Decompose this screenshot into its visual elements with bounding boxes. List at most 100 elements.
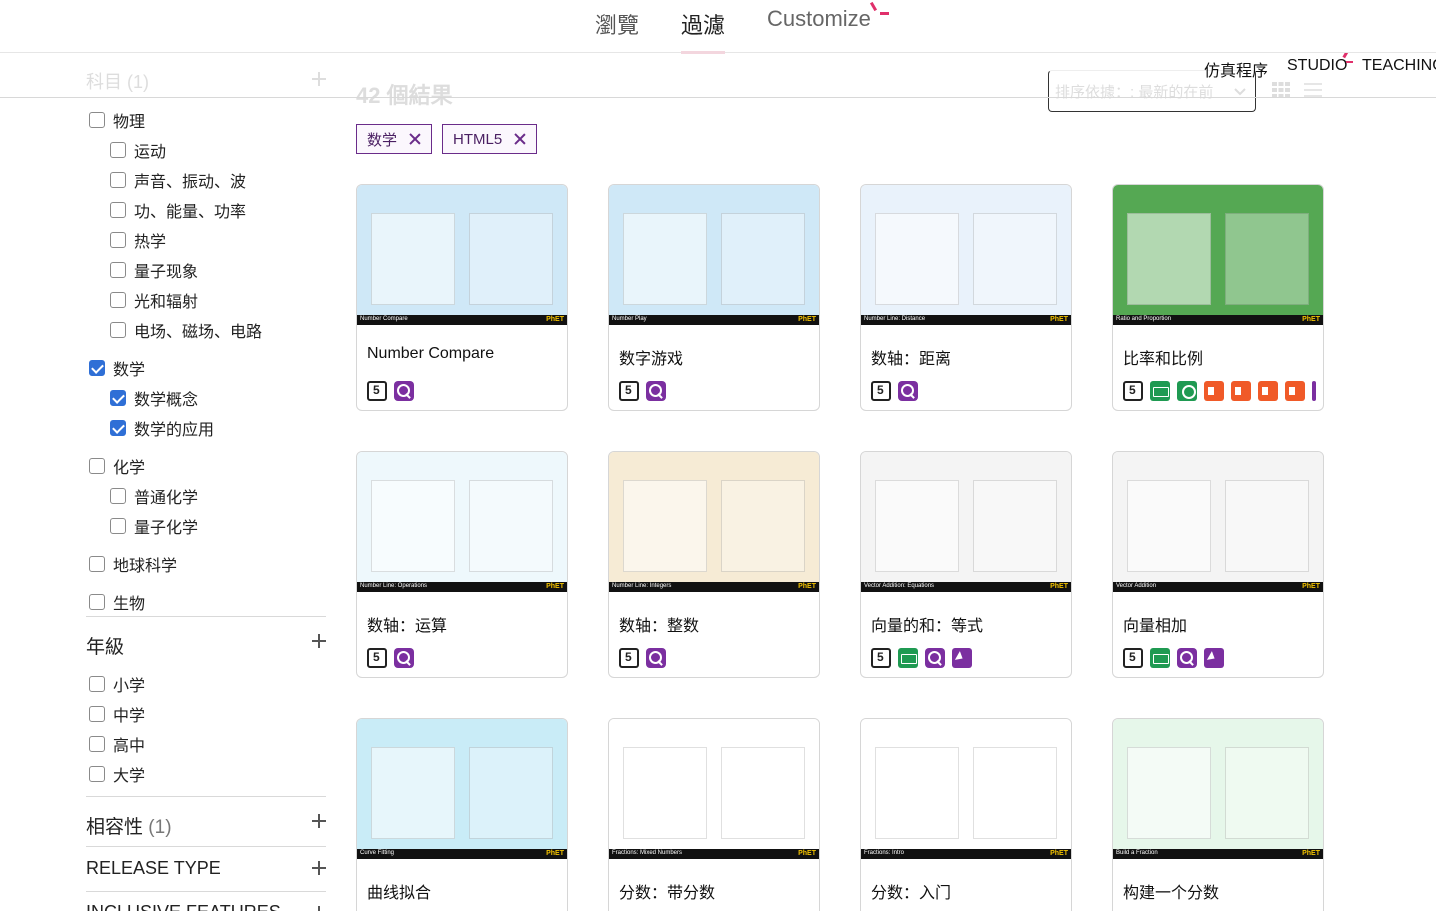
simulation-title[interactable]: 曲线拟合 — [367, 879, 431, 903]
release-type-filter-header[interactable]: RELEASE TYPE — [86, 858, 221, 879]
subject-filter-option[interactable]: 地球科学 — [89, 552, 177, 576]
simulation-title[interactable]: 比率和比例 — [1123, 345, 1203, 369]
simulation-title[interactable]: 数轴：运算 — [367, 612, 447, 636]
simulation-card[interactable]: Build a Fraction PhET 构建一个分数 — [1112, 718, 1324, 911]
subject-filter-option[interactable]: 光和辐射 — [110, 288, 198, 312]
tab-filter[interactable]: 過濾 — [681, 8, 726, 54]
simulation-title[interactable]: 分数：入门 — [871, 879, 951, 903]
checkbox[interactable] — [89, 556, 105, 572]
checkbox[interactable] — [110, 488, 126, 504]
checkbox-label: 生物 — [113, 596, 146, 613]
subject-filter-option[interactable]: 物理 — [89, 108, 145, 132]
subject-filter-option[interactable]: 声音、振动、波 — [110, 168, 246, 192]
simulation-thumbnail[interactable]: Number Play PhET — [609, 185, 819, 325]
simulation-thumbnail[interactable]: Fractions: Intro PhET — [861, 719, 1071, 859]
expand-plus-icon[interactable] — [312, 814, 326, 828]
expand-plus-icon[interactable] — [312, 906, 326, 911]
simulation-card[interactable]: Fractions: Intro PhET 分数：入门 — [860, 718, 1072, 911]
simulation-card[interactable]: Curve Fitting PhET 曲线拟合 — [356, 718, 568, 911]
checkbox[interactable] — [89, 766, 105, 782]
simulation-card[interactable]: Number Compare PhET Number Compare — [356, 184, 568, 411]
simulation-card[interactable]: Ratio and Proportion PhET 比率和比例 — [1112, 184, 1324, 411]
simulation-thumbnail[interactable]: Number Line: Operations PhET — [357, 452, 567, 592]
simulation-thumbnail[interactable]: Fractions: Mixed Numbers PhET — [609, 719, 819, 859]
checkbox-label: 化学 — [113, 460, 146, 477]
subject-filter-option[interactable]: 数学概念 — [110, 386, 198, 410]
checkbox[interactable] — [110, 232, 126, 248]
subject-filter-option[interactable]: 电场、磁场、电路 — [110, 318, 262, 342]
checkbox[interactable] — [110, 518, 126, 534]
checkbox[interactable] — [110, 202, 126, 218]
checkbox[interactable] — [89, 594, 105, 610]
simulation-card[interactable]: Number Play PhET 数字游戏 — [608, 184, 820, 411]
simulation-thumbnail[interactable]: Number Line: Integers PhET — [609, 452, 819, 592]
simulation-title[interactable]: 向量相加 — [1123, 612, 1187, 636]
feature-badges — [1123, 381, 1316, 401]
simulation-card[interactable]: Number Line: Distance PhET 数轴：距离 — [860, 184, 1072, 411]
checkbox-label: 普通化学 — [134, 490, 199, 507]
nav-studio[interactable]: STUDIO — [1287, 57, 1347, 75]
compatibility-filter-header[interactable]: 相容性 (1) — [86, 812, 172, 839]
checkbox[interactable] — [110, 172, 126, 188]
simulation-thumbnail[interactable]: Number Compare PhET — [357, 185, 567, 325]
grade-filter-option[interactable]: 中学 — [89, 702, 145, 726]
checkbox[interactable] — [89, 360, 105, 376]
subject-filter-option[interactable]: 数学的应用 — [110, 416, 214, 440]
filter-chip-math[interactable]: 数学 — [356, 124, 433, 154]
checkbox[interactable] — [110, 390, 126, 406]
simulation-title[interactable]: Number Compare — [367, 345, 494, 363]
nav-teaching[interactable]: TEACHING — [1362, 57, 1436, 75]
subject-filter-option[interactable]: 热学 — [110, 228, 166, 252]
subject-filter-option[interactable]: 普通化学 — [110, 484, 198, 508]
simulation-thumbnail[interactable]: Vector Addition: Equations PhET — [861, 452, 1071, 592]
subject-filter-option[interactable]: 生物 — [89, 590, 145, 614]
simulation-card[interactable]: Number Line: Integers PhET 数轴：整数 — [608, 451, 820, 678]
checkbox[interactable] — [89, 706, 105, 722]
simulation-card[interactable]: Fractions: Mixed Numbers PhET 分数：带分数 — [608, 718, 820, 911]
simulation-card[interactable]: Vector Addition: Equations PhET 向量的和：等式 — [860, 451, 1072, 678]
checkbox[interactable] — [89, 458, 105, 474]
simulation-title[interactable]: 数字游戏 — [619, 345, 683, 369]
checkbox[interactable] — [89, 112, 105, 128]
simulation-title[interactable]: 向量的和：等式 — [871, 612, 983, 636]
tab-browse[interactable]: 瀏覽 — [595, 8, 639, 40]
simulation-title[interactable]: 数轴：整数 — [619, 612, 699, 636]
simulation-title[interactable]: 数轴：距离 — [871, 345, 951, 369]
checkbox[interactable] — [110, 420, 126, 436]
zoom-icon — [1177, 648, 1197, 668]
simulation-card[interactable]: Vector Addition PhET 向量相加 — [1112, 451, 1324, 678]
simulation-card[interactable]: Number Line: Operations PhET 数轴：运算 — [356, 451, 568, 678]
tab-customize[interactable]: Customize — [767, 6, 871, 32]
simulation-thumbnail[interactable]: Curve Fitting PhET — [357, 719, 567, 859]
inclusive-features-filter-header[interactable]: INCLUSIVE FEATURES — [86, 902, 281, 911]
checkbox[interactable] — [110, 262, 126, 278]
checkbox[interactable] — [110, 292, 126, 308]
simulation-thumbnail[interactable]: Vector Addition PhET — [1113, 452, 1323, 592]
checkbox[interactable] — [110, 322, 126, 338]
subject-filter-option[interactable]: 量子化学 — [110, 514, 198, 538]
grade-filter-option[interactable]: 小学 — [89, 672, 145, 696]
filter-chip-html5[interactable]: HTML5 — [442, 124, 538, 154]
checkbox[interactable] — [89, 736, 105, 752]
grade-filter-option[interactable]: 大学 — [89, 762, 145, 786]
grade-filter-option[interactable]: 高中 — [89, 732, 145, 756]
subject-filter-option[interactable]: 功、能量、功率 — [110, 198, 246, 222]
expand-plus-icon[interactable] — [312, 634, 326, 648]
subject-filter-option[interactable]: 运动 — [110, 138, 166, 162]
close-icon[interactable] — [514, 133, 526, 145]
simulation-thumbnail[interactable]: Number Line: Distance PhET — [861, 185, 1071, 325]
subject-filter-option[interactable]: 量子现象 — [110, 258, 198, 282]
simulation-title[interactable]: 分数：带分数 — [619, 879, 715, 903]
phet-logo: PhET — [798, 316, 816, 323]
nav-simulations[interactable]: 仿真程序 — [1204, 57, 1268, 81]
simulation-thumbnail[interactable]: Ratio and Proportion PhET — [1113, 185, 1323, 325]
expand-plus-icon[interactable] — [312, 861, 326, 875]
close-icon[interactable] — [409, 133, 421, 145]
subject-filter-option[interactable]: 数学 — [89, 356, 145, 380]
checkbox[interactable] — [110, 142, 126, 158]
checkbox[interactable] — [89, 676, 105, 692]
subject-filter-option[interactable]: 化学 — [89, 454, 145, 478]
grade-filter-header[interactable]: 年級 — [86, 632, 124, 659]
simulation-thumbnail[interactable]: Build a Fraction PhET — [1113, 719, 1323, 859]
simulation-title[interactable]: 构建一个分数 — [1123, 879, 1219, 903]
